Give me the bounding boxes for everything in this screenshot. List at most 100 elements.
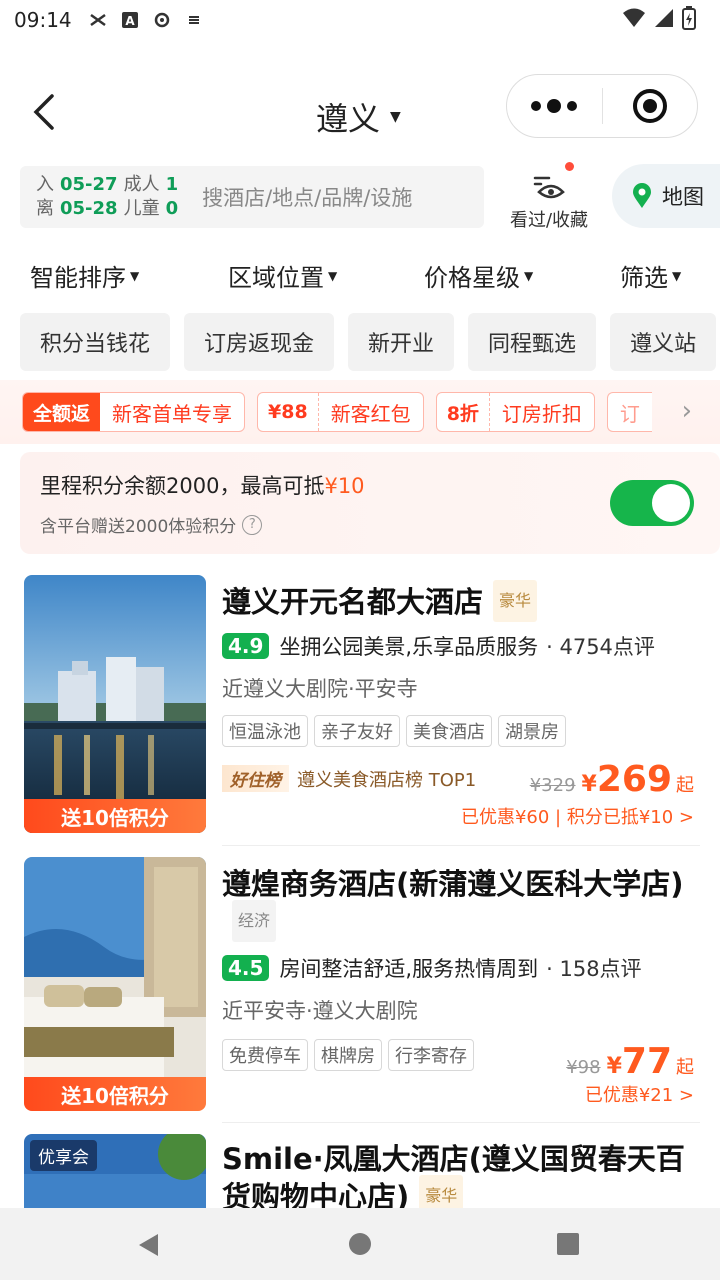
review-count: · 158点评 xyxy=(546,957,642,981)
date-guest-selector[interactable]: 入 05-27 成人 1 离 05-28 儿童 0 xyxy=(36,173,178,221)
tag: 行李寄存 xyxy=(388,1039,474,1071)
tab-label: 区域位置 xyxy=(228,264,324,292)
promo-tag: 8折 xyxy=(446,402,479,425)
tab-area[interactable]: 区域位置 ▼ xyxy=(228,258,337,293)
chevron-left-icon xyxy=(33,94,54,130)
help-icon[interactable]: ? xyxy=(242,514,263,535)
caret-down-icon: ▼ xyxy=(524,268,534,283)
adult-count: 1 xyxy=(165,174,179,195)
promo-full-refund[interactable]: 全额返 新客首单专享 xyxy=(22,392,246,432)
back-nav-icon[interactable] xyxy=(136,1232,162,1258)
history-favorites-button[interactable]: 看过/收藏 xyxy=(502,162,596,232)
home-nav-icon[interactable] xyxy=(348,1232,372,1256)
notification-dot xyxy=(565,162,574,171)
chip-zunyi-station[interactable]: 遵义站 xyxy=(610,313,717,371)
chevron-right-icon[interactable]: › xyxy=(682,396,692,426)
tag: 湖景房 xyxy=(498,715,566,747)
promo-tag: ¥88 xyxy=(268,401,308,423)
promo-text: 新客红包 xyxy=(317,393,423,431)
system-nav-bar xyxy=(0,1208,720,1280)
map-button[interactable]: 地图 xyxy=(612,164,720,228)
score-badge: 4.5 xyxy=(222,955,270,981)
promo-tag: 全额返 xyxy=(23,393,101,431)
divider xyxy=(222,1122,700,1123)
price-value: 77 xyxy=(621,1041,672,1082)
divider xyxy=(222,845,700,846)
points-balance: 里程积分余额2000，最高可抵¥10 xyxy=(40,470,365,500)
hotel-name: 遵义开元名都大酒店 豪华 xyxy=(222,580,692,625)
more-button[interactable] xyxy=(507,99,602,113)
image-tag: 优享会 xyxy=(30,1140,97,1171)
points-note: 含平台赠送2000体验积分 ? xyxy=(40,512,263,537)
promo-more[interactable]: 订 xyxy=(606,392,652,432)
caret-down-icon: ▼ xyxy=(672,268,682,283)
tab-smart-sort[interactable]: 智能排序 ▼ xyxy=(30,258,139,293)
hotel-rank[interactable]: 好住榜 遵义美食酒店榜 TOP1 xyxy=(222,765,476,792)
hotel-level: 经济 xyxy=(232,900,277,942)
hotel-card[interactable]: 送10倍积分 遵煌商务酒店(新蒲遵义医科大学店)经济 4.5 房间整洁舒适,服务… xyxy=(0,857,720,1115)
tab-label: 智能排序 xyxy=(30,264,126,292)
quick-filter-chips: 积分当钱花 订房返现金 新开业 同程甄选 遵义站 xyxy=(20,313,717,371)
promo-discount[interactable]: 8折 订房折扣 xyxy=(435,392,595,432)
tab-label: 价格星级 xyxy=(424,264,520,292)
status-time: 09:14 xyxy=(14,8,72,32)
points-note-text: 含平台赠送2000体验积分 xyxy=(40,517,237,537)
target-icon xyxy=(632,89,667,123)
search-box[interactable]: 入 05-27 成人 1 离 05-28 儿童 0 搜酒店/地点/品牌/设施 xyxy=(20,166,484,228)
chip-tongcheng-select[interactable]: 同程甄选 xyxy=(468,313,597,371)
hotel-image: 优享会 xyxy=(24,1134,206,1208)
hotel-price: ¥98 ¥ 77 起 xyxy=(566,1041,694,1082)
city-selector[interactable]: 遵义 ▼ xyxy=(316,94,401,140)
tag: 免费停车 xyxy=(222,1039,308,1071)
hotel-image: 送10倍积分 xyxy=(24,575,206,833)
hotel-name-text: 遵义开元名都大酒店 xyxy=(222,585,484,619)
checkin-date: 05-27 xyxy=(60,174,118,195)
history-label: 看过/收藏 xyxy=(509,210,589,231)
score-badge: 4.9 xyxy=(222,633,270,659)
tag: 美食酒店 xyxy=(406,715,492,747)
hotel-tags: 恒温泳池 亲子友好 美食酒店 湖景房 xyxy=(222,715,566,747)
child-label: 儿童 xyxy=(123,198,160,219)
tab-filter[interactable]: 筛选 ▼ xyxy=(620,258,681,293)
currency: ¥ xyxy=(606,1054,622,1079)
original-price: ¥98 xyxy=(566,1057,601,1078)
status-right xyxy=(622,6,696,30)
hotel-card[interactable]: 送10倍积分 遵义开元名都大酒店 豪华 4.9 坐拥公园美景,乐享品质服务 · 4… xyxy=(0,575,720,845)
hotel-location: 近平安寺·遵义大剧院 xyxy=(222,999,418,1023)
checkin-label: 入 xyxy=(36,174,54,195)
caret-down-icon: ▼ xyxy=(130,268,140,283)
promo-text: 新客首单专享 xyxy=(112,401,233,426)
battery-icon xyxy=(682,6,696,30)
discount-info[interactable]: 已优惠¥60 | 积分已抵¥10 > xyxy=(461,803,694,829)
chip-cashback[interactable]: 订房返现金 xyxy=(184,313,335,371)
promo-red-packet[interactable]: ¥88 新客红包 xyxy=(257,392,424,432)
image-badge: 送10倍积分 xyxy=(24,1077,206,1111)
hotel-price: ¥329 ¥ 269 起 xyxy=(530,759,694,800)
adult-label: 成人 xyxy=(123,174,160,195)
promo-strip: 全额返 新客首单专享 ¥88 新客红包 8折 订房折扣 订 › xyxy=(0,380,720,444)
chip-new-open[interactable]: 新开业 xyxy=(348,313,455,371)
settings-icon xyxy=(152,10,172,30)
rating-comment: 房间整洁舒适,服务热情周到 xyxy=(279,957,539,981)
discount-info[interactable]: 已优惠¥21 > xyxy=(585,1081,694,1107)
hotel-level: 豪华 xyxy=(419,1175,464,1208)
child-count: 0 xyxy=(165,198,179,219)
hotel-location: 近遵义大剧院·平安寺 xyxy=(222,677,418,701)
chip-points-cash[interactable]: 积分当钱花 xyxy=(20,313,171,371)
checkout-date: 05-28 xyxy=(60,198,118,219)
checkout-label: 离 xyxy=(36,198,54,219)
eye-icon xyxy=(533,176,565,199)
wifi-icon xyxy=(623,8,645,27)
close-miniapp-button[interactable] xyxy=(602,87,697,125)
search-input[interactable]: 搜酒店/地点/品牌/设施 xyxy=(202,182,412,212)
hotel-name-text: 遵煌商务酒店(新蒲遵义医科大学店) xyxy=(222,867,684,901)
tab-price-star[interactable]: 价格星级 ▼ xyxy=(424,258,533,293)
tag: 恒温泳池 xyxy=(222,715,308,747)
back-button[interactable] xyxy=(28,92,64,132)
points-card: 里程积分余额2000，最高可抵¥10 含平台赠送2000体验积分 ? xyxy=(20,452,720,554)
recents-nav-icon[interactable] xyxy=(556,1232,580,1256)
hotel-card[interactable]: 优享会 Smile·凤凰大酒店(遵义国贸春天百货购物中心店) 豪华 xyxy=(0,1134,720,1208)
points-amount: ¥10 xyxy=(324,474,365,498)
points-toggle[interactable] xyxy=(610,480,694,526)
rank-badge: 好住榜 xyxy=(222,765,289,792)
